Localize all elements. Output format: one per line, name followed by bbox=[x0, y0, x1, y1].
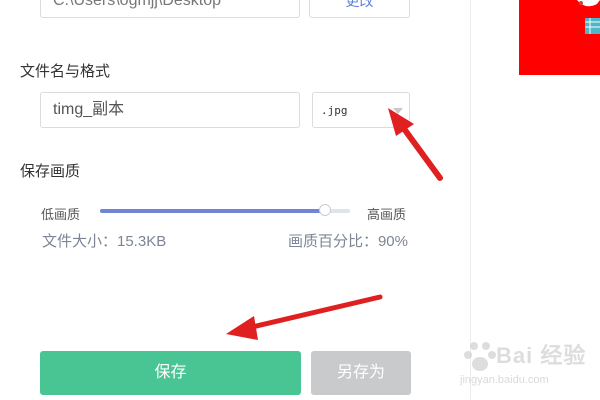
arrow-icon bbox=[388, 108, 443, 181]
paw-icon bbox=[464, 342, 496, 371]
watermark-url: jingyan.baidu.com bbox=[460, 374, 549, 386]
arrow-icon bbox=[226, 294, 383, 340]
watermark-brand: Bai 经验 bbox=[496, 343, 587, 368]
baidu-jingyan-watermark: Bai 经验 jingyan.baidu.com bbox=[460, 334, 600, 394]
